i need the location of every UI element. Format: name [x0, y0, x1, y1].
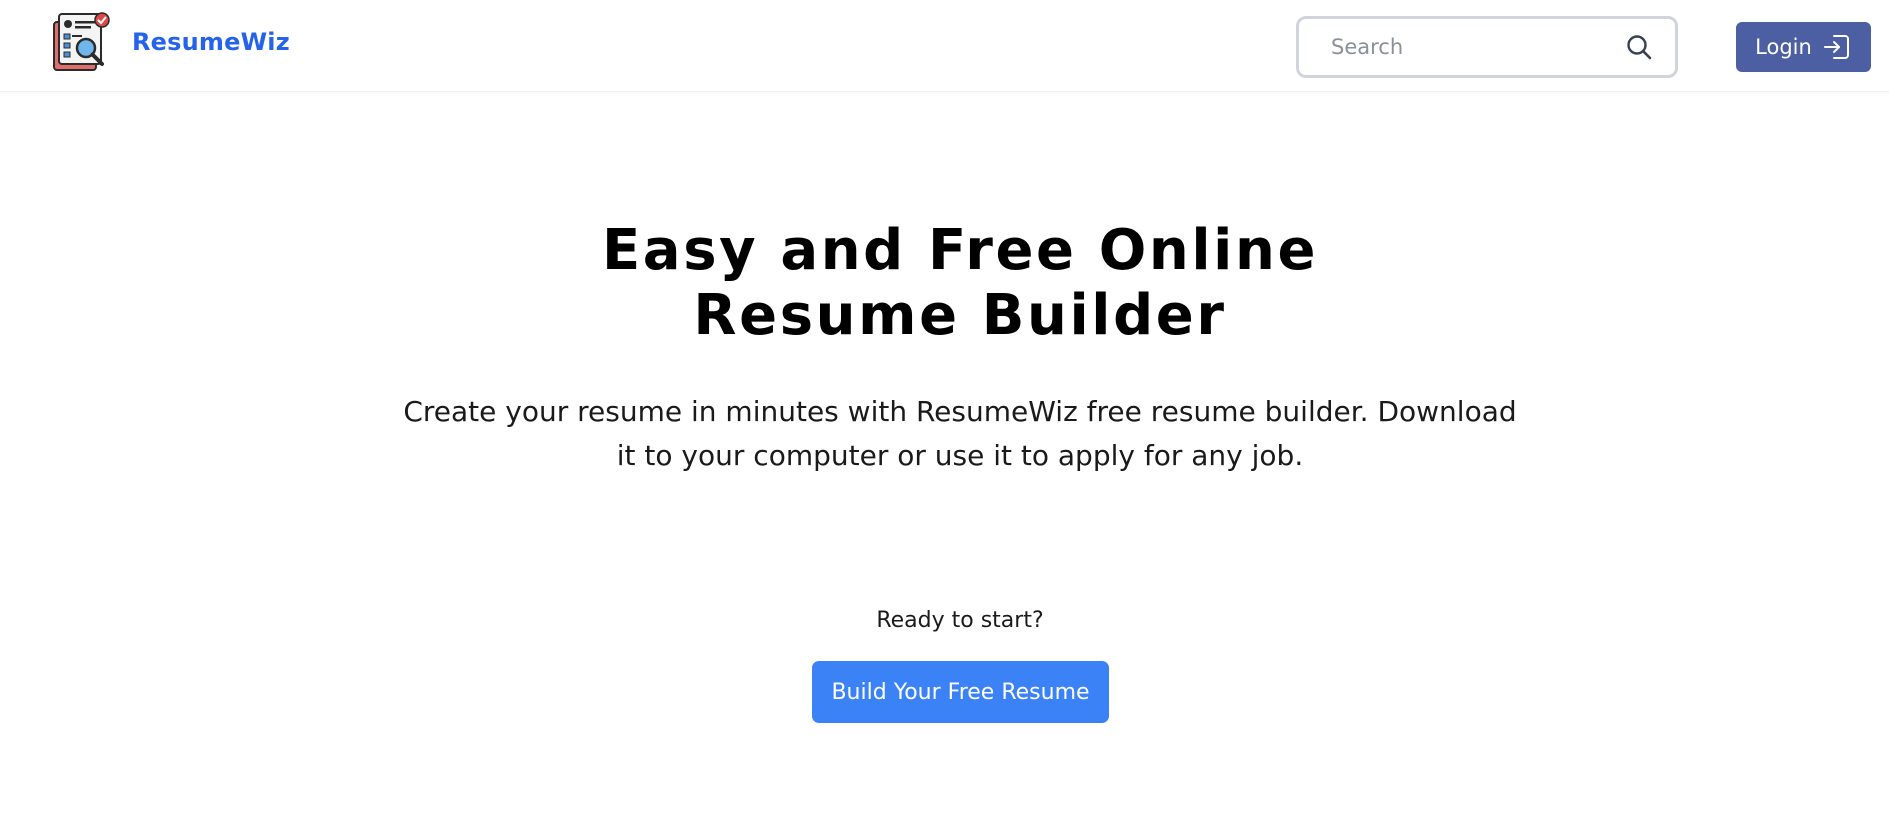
ready-to-start-text: Ready to start?	[876, 608, 1044, 633]
login-icon	[1823, 35, 1849, 59]
login-label: Login	[1755, 35, 1812, 59]
hero-title-wrap: Easy and Free Online Resume Builder	[0, 218, 1889, 348]
search-input[interactable]	[1329, 34, 1603, 60]
hero-heading-line-1: Easy and Free Online	[601, 218, 1319, 283]
login-button[interactable]: Login	[1736, 22, 1871, 72]
hero-heading: Easy and Free Online Resume Builder	[0, 218, 1889, 348]
hero-heading-line-2: Resume Builder	[693, 283, 1227, 348]
search-icon[interactable]	[1625, 33, 1653, 61]
site-header: ResumeWiz Login	[0, 0, 1889, 92]
build-resume-button[interactable]: Build Your Free Resume	[812, 661, 1109, 723]
search-box	[1296, 16, 1678, 78]
resume-magnifier-logo-icon	[53, 12, 110, 71]
brand-link[interactable]: ResumeWiz	[50, 10, 290, 74]
hero-description-line-2: it to your computer or use it to apply f…	[616, 439, 1304, 472]
brand-name: ResumeWiz	[132, 28, 290, 56]
hero-description: Create your resume in minutes with Resum…	[0, 390, 1889, 478]
page: ResumeWiz Login Easy and Free Online Res…	[0, 0, 1889, 813]
hero-description-line-1: Create your resume in minutes with Resum…	[403, 395, 1517, 428]
